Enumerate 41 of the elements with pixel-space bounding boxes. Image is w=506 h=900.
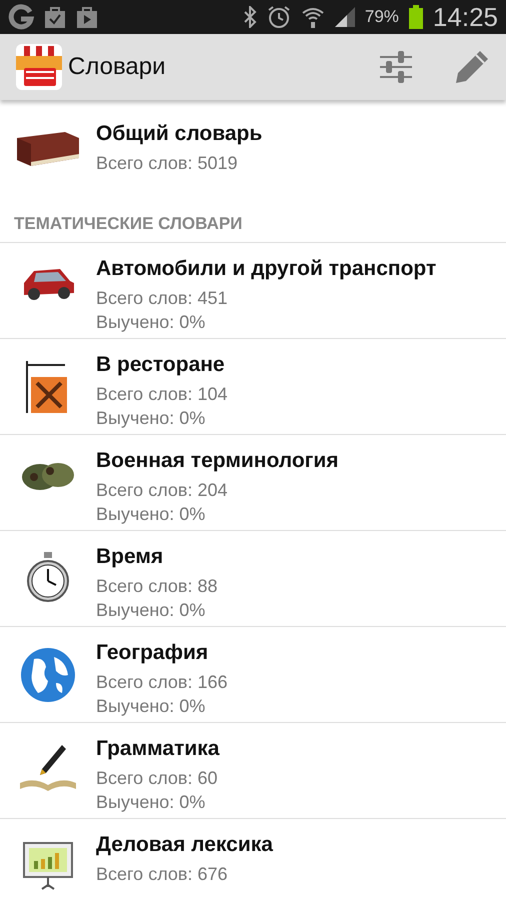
- alarm-clock-icon: [266, 5, 291, 29]
- screen-title: Словари: [68, 53, 167, 81]
- word-count: Всего слов: 204: [96, 480, 229, 501]
- shopping-bag-check-icon: [44, 5, 66, 29]
- dictionary-title[interactable]: Грамматика: [96, 737, 220, 761]
- shopping-bag-play-icon: [76, 5, 98, 29]
- learned-percent: Выучено: 0%: [96, 696, 206, 717]
- dictionary-title[interactable]: В ресторане: [96, 353, 228, 377]
- word-count: Всего слов: 5019: [96, 153, 239, 174]
- globe-icon: [20, 647, 76, 703]
- dictionary-title[interactable]: Общий словарь: [96, 122, 262, 146]
- word-count: Всего слов: 676: [96, 864, 229, 885]
- dictionary-title[interactable]: Военная терминология: [96, 449, 339, 473]
- bluetooth-icon: [242, 6, 257, 28]
- battery-percent: 79%: [364, 7, 399, 27]
- learned-percent: Выучено: 0%: [96, 312, 206, 333]
- word-count: Всего слов: 88: [96, 576, 218, 597]
- learned-percent: Выучено: 0%: [96, 792, 206, 813]
- sliders-icon: [378, 49, 414, 85]
- word-count: Всего слов: 166: [96, 672, 228, 693]
- learned-percent: Выучено: 0%: [96, 504, 206, 525]
- dictionary-title[interactable]: Время: [96, 545, 218, 569]
- learned-percent: Выучено: 0%: [96, 600, 206, 621]
- dictionary-title[interactable]: География: [96, 641, 228, 665]
- dictionary-title[interactable]: Деловая лексика: [96, 833, 273, 857]
- dictionary-title[interactable]: Автомобили и другой транспорт: [96, 257, 436, 281]
- word-count: Всего слов: 60: [96, 768, 218, 789]
- pencil-icon: [454, 49, 490, 85]
- wifi-icon: [300, 6, 325, 28]
- pen-and-book-icon: [18, 743, 78, 793]
- google-g-icon: [8, 4, 34, 30]
- clock-time: 14:25: [432, 2, 498, 32]
- signal-icon: [334, 7, 355, 27]
- learned-percent: Выучено: 0%: [96, 408, 206, 429]
- chart-board-icon: [22, 839, 74, 891]
- app-logo-icon[interactable]: [16, 44, 62, 90]
- section-header: ТЕМАТИЧЕСКИЕ СЛОВАРИ: [13, 213, 244, 235]
- battery-icon: [408, 5, 423, 29]
- stopwatch-icon: [25, 551, 71, 603]
- word-count: Всего слов: 104: [96, 384, 228, 405]
- word-count: Всего слов: 451: [96, 288, 229, 309]
